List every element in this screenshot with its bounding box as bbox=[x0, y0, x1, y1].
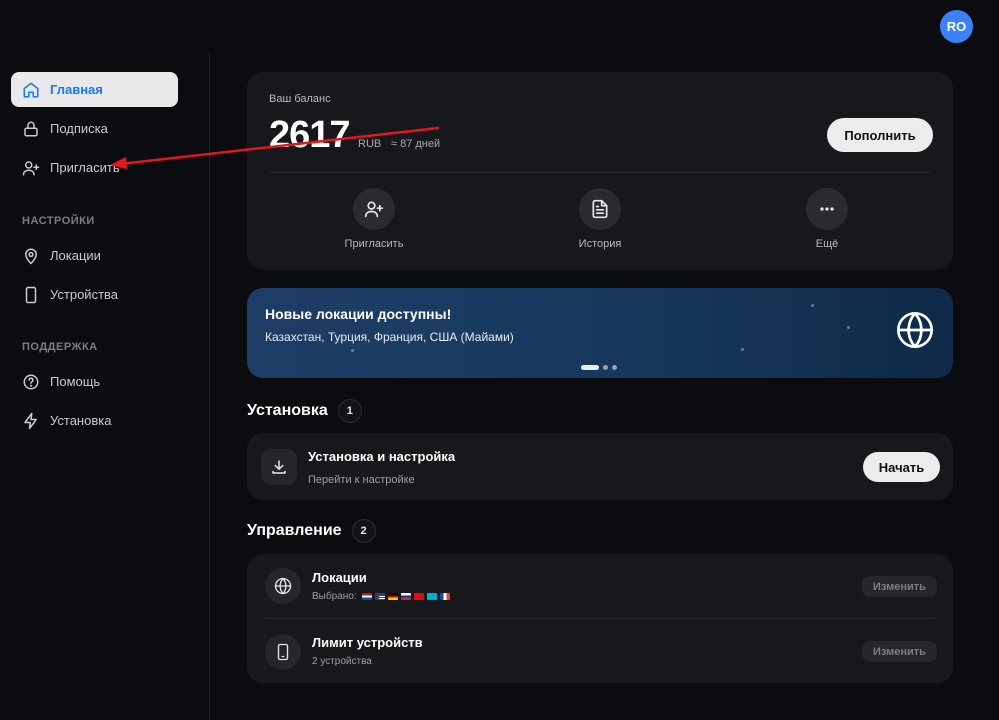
install-section-title: Установка bbox=[247, 402, 328, 419]
banner-dot[interactable] bbox=[603, 365, 608, 370]
more-action-circle[interactable] bbox=[806, 188, 848, 230]
banner-title: Новые локации доступны! bbox=[265, 306, 452, 322]
install-item-subtitle: Перейти к настройке bbox=[308, 474, 415, 486]
locations-subtitle: Выбрано: bbox=[312, 591, 451, 602]
flag-turkey-icon bbox=[414, 592, 425, 600]
support-section-title: ПОДДЕРЖКА bbox=[22, 341, 98, 353]
location-pin-icon bbox=[25, 248, 37, 264]
history-action[interactable]: История bbox=[540, 188, 660, 250]
install-item-title: Установка и настройка bbox=[308, 449, 456, 464]
flag-france-icon bbox=[440, 592, 451, 600]
banner-star bbox=[351, 349, 354, 352]
install-section-heading: Установка 1 bbox=[247, 399, 362, 423]
lock-icon bbox=[24, 121, 38, 136]
invite-action-label: Пригласить bbox=[344, 238, 404, 250]
flag-kazakhstan-icon bbox=[427, 592, 438, 600]
phone-icon bbox=[25, 286, 37, 303]
download-icon bbox=[272, 460, 286, 474]
flag-usa-icon bbox=[375, 592, 386, 600]
balance-currency: RUB bbox=[358, 138, 382, 150]
sidebar-item-setup[interactable]: Установка bbox=[11, 403, 178, 438]
more-icon bbox=[820, 207, 834, 211]
sidebar-item-label: Устройства bbox=[50, 287, 119, 302]
flag-netherlands-icon bbox=[362, 592, 373, 600]
sidebar-item-label: Главная bbox=[50, 82, 103, 97]
banner-subtitle: Казахстан, Турция, Франция, США (Майами) bbox=[265, 330, 514, 344]
invite-action[interactable]: Пригласить bbox=[314, 188, 434, 250]
balance-label: Ваш баланс bbox=[269, 93, 331, 105]
invite-action-circle[interactable] bbox=[353, 188, 395, 230]
devices-icon-circle bbox=[265, 634, 301, 670]
balance-days: ≈ 87 дней bbox=[391, 138, 441, 150]
install-icon-box bbox=[261, 449, 297, 485]
globe-icon bbox=[274, 577, 292, 595]
locations-flags bbox=[362, 592, 451, 600]
sidebar-item-devices[interactable]: Устройства bbox=[11, 277, 178, 312]
devices-subtitle: 2 устройства bbox=[312, 656, 372, 667]
balance-amount: 2617 bbox=[269, 114, 351, 156]
sidebar-item-help[interactable]: Помощь bbox=[11, 364, 178, 399]
sidebar-item-home[interactable]: Главная bbox=[11, 72, 178, 107]
locations-selected-label: Выбрано: bbox=[312, 591, 357, 602]
banner-pagination bbox=[581, 365, 617, 370]
banner-star bbox=[847, 326, 850, 329]
user-plus-icon bbox=[22, 160, 40, 175]
banner-dot[interactable] bbox=[612, 365, 617, 370]
phone-icon bbox=[277, 643, 289, 661]
lightning-icon bbox=[24, 412, 37, 429]
sidebar-item-invite[interactable]: Пригласить bbox=[11, 150, 178, 185]
manage-card: Локации Выбрано: Изменить Лимит устройст… bbox=[247, 554, 953, 683]
start-setup-button[interactable]: Начать bbox=[863, 452, 940, 482]
manage-section-title: Управление bbox=[247, 522, 342, 539]
banner-dot[interactable] bbox=[581, 365, 599, 370]
topup-button[interactable]: Пополнить bbox=[827, 118, 933, 152]
sidebar-item-label: Пригласить bbox=[50, 160, 120, 175]
manage-section-heading: Управление 2 bbox=[247, 519, 376, 543]
locations-icon-circle bbox=[265, 568, 301, 604]
settings-section-title: НАСТРОЙКИ bbox=[22, 215, 95, 227]
banner-star bbox=[811, 304, 814, 307]
more-action-label: Ещё bbox=[815, 238, 839, 250]
balance-card: Ваш баланс 2617 RUB ≈ 87 дней Пополнить … bbox=[247, 72, 953, 270]
sidebar-item-locations[interactable]: Локации bbox=[11, 238, 178, 273]
user-plus-icon bbox=[364, 201, 384, 218]
sidebar-item-label: Помощь bbox=[50, 374, 101, 389]
promo-banner[interactable]: Новые локации доступны! Казахстан, Турци… bbox=[247, 288, 953, 378]
install-count-badge: 1 bbox=[337, 399, 362, 423]
home-icon bbox=[23, 82, 39, 97]
flag-germany-icon bbox=[388, 592, 399, 600]
sidebar-item-label: Установка bbox=[50, 413, 112, 428]
user-avatar[interactable]: RO bbox=[940, 10, 973, 43]
balance-divider bbox=[269, 172, 931, 173]
banner-star bbox=[741, 348, 744, 351]
history-action-circle[interactable] bbox=[579, 188, 621, 230]
change-locations-button[interactable]: Изменить bbox=[862, 576, 937, 597]
globe-icon bbox=[897, 312, 933, 348]
history-action-label: История bbox=[578, 238, 622, 250]
flag-russia-icon bbox=[401, 592, 412, 600]
document-icon bbox=[592, 199, 608, 219]
devices-title: Лимит устройств bbox=[312, 635, 423, 650]
sidebar-item-subscription[interactable]: Подписка bbox=[11, 111, 178, 146]
manage-row-divider bbox=[265, 618, 935, 619]
sidebar-item-label: Локации bbox=[50, 248, 101, 263]
more-action[interactable]: Ещё bbox=[767, 188, 887, 250]
help-icon bbox=[23, 374, 39, 389]
sidebar-item-label: Подписка bbox=[50, 121, 108, 136]
change-devices-button[interactable]: Изменить bbox=[862, 641, 937, 662]
install-card: Установка и настройка Перейти к настройк… bbox=[247, 433, 953, 500]
manage-count-badge: 2 bbox=[351, 519, 376, 543]
locations-title: Локации bbox=[312, 570, 367, 585]
